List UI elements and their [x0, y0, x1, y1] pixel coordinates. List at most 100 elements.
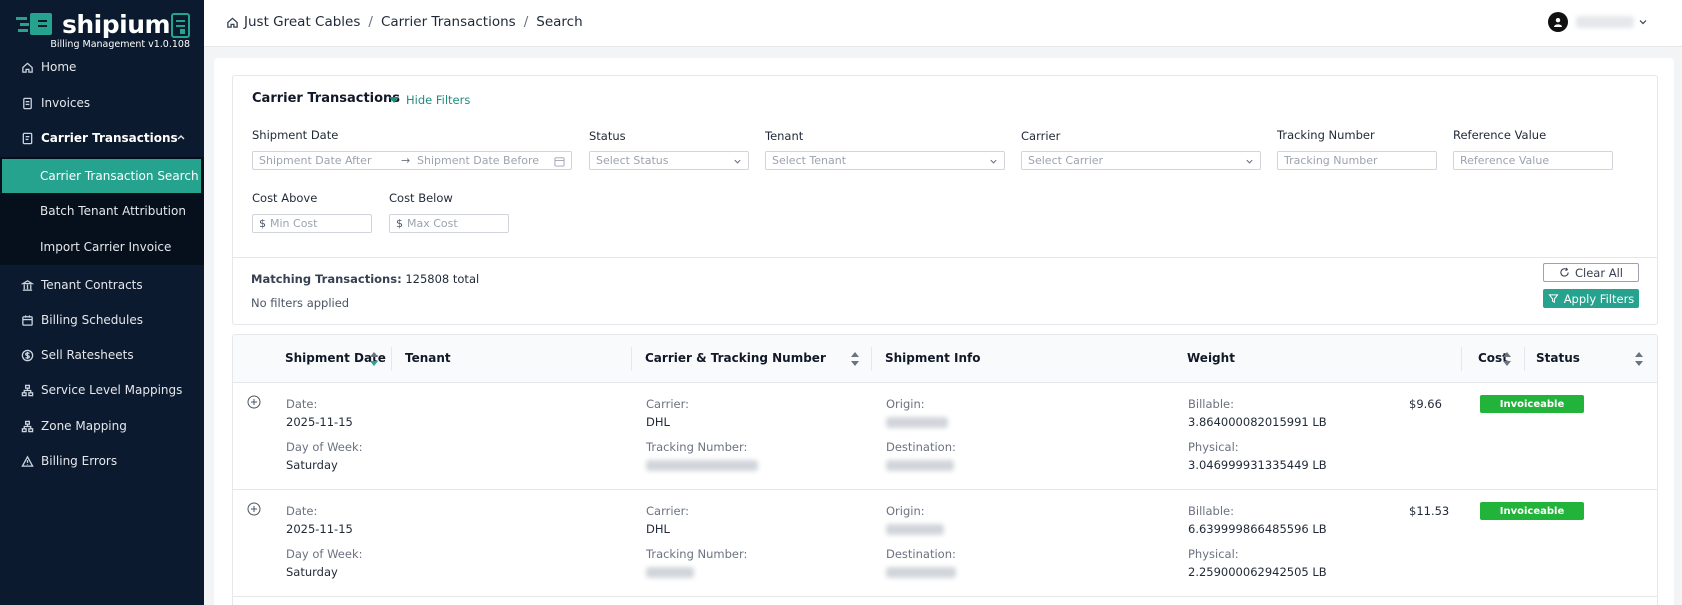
- column-header-carrier-tracking[interactable]: Carrier & Tracking Number: [645, 351, 826, 365]
- sidebar-item-zone-mapping[interactable]: Zone Mapping: [0, 409, 204, 443]
- sidebar-item-carrier-transactions[interactable]: Carrier Transactions: [0, 121, 204, 155]
- chevron-down-icon: [1639, 20, 1647, 25]
- calendar-icon: [20, 313, 34, 327]
- column-separator: [631, 347, 632, 371]
- origin-label: Origin:: [886, 504, 925, 518]
- apply-filters-button[interactable]: Apply Filters: [1543, 289, 1639, 308]
- sidebar-item-import-carrier-invoice[interactable]: Import Carrier Invoice: [0, 230, 204, 264]
- breadcrumb-carrier-transactions[interactable]: Carrier Transactions: [381, 14, 516, 30]
- sort-status-icon[interactable]: [1635, 352, 1643, 368]
- expand-row-icon[interactable]: [247, 395, 261, 409]
- table-header: Shipment Date Tenant Carrier & Tracking …: [233, 335, 1657, 383]
- tracking-number-input[interactable]: Tracking Number: [1277, 151, 1437, 170]
- column-header-tenant: Tenant: [405, 351, 451, 365]
- sort-carrier-icon[interactable]: [851, 352, 859, 368]
- origin-redacted: [886, 524, 944, 535]
- breadcrumb: Just Great Cables / Carrier Transactions…: [226, 14, 583, 30]
- refresh-icon: [1560, 267, 1569, 277]
- calendar-icon: [554, 157, 565, 167]
- sidebar-item-invoices[interactable]: Invoices: [0, 86, 204, 120]
- carrier-select-placeholder: Select Carrier: [1028, 154, 1104, 167]
- cost-value: $9.66: [1409, 397, 1442, 411]
- brand-logo[interactable]: shipium Billing Management v1.0.108: [16, 8, 196, 52]
- reference-value-input[interactable]: Reference Value: [1453, 151, 1613, 170]
- sidebar-item-service-level-mappings[interactable]: Service Level Mappings: [0, 373, 204, 407]
- sidebar-item-carrier-transaction-search[interactable]: Carrier Transaction Search: [2, 159, 201, 193]
- column-header-status[interactable]: Status: [1536, 351, 1580, 365]
- caret-down-icon: [389, 97, 399, 103]
- matching-transactions-label: Matching Transactions:: [251, 272, 402, 286]
- sort-shipment-date-icon[interactable]: [370, 352, 378, 368]
- sidebar-item-label: Tenant Contracts: [41, 278, 143, 292]
- sort-cost-icon[interactable]: [1503, 352, 1511, 368]
- table-row: Date: 2025-11-15 Day of Week: Saturday C…: [233, 383, 1657, 490]
- physical-weight-value: 2.259000062942505 LB: [1188, 565, 1327, 579]
- tenant-label: Tenant: [765, 129, 804, 143]
- bank-icon: [20, 278, 34, 292]
- sidebar-item-sell-ratesheets[interactable]: Sell Ratesheets: [0, 338, 204, 372]
- status-label: Status: [589, 129, 626, 143]
- shipment-date-after-input[interactable]: Shipment Date After: [259, 154, 371, 167]
- expand-row-icon[interactable]: [247, 502, 261, 516]
- tracking-number-label: Tracking Number: [1277, 128, 1375, 142]
- tracking-number-label: Tracking Number:: [646, 547, 748, 561]
- max-cost-input[interactable]: $ Max Cost: [389, 214, 509, 233]
- chevron-down-icon: [734, 159, 741, 164]
- clear-all-button[interactable]: Clear All: [1543, 263, 1639, 282]
- carrier-label: Carrier:: [646, 504, 690, 518]
- page-title: Carrier Transactions: [252, 91, 401, 106]
- destination-label: Destination:: [886, 547, 956, 561]
- column-header-weight: Weight: [1187, 351, 1235, 365]
- tracking-number-redacted: [646, 460, 758, 471]
- shipment-date-before-input[interactable]: Shipment Date Before: [417, 154, 539, 167]
- main-content: Carrier Transactions Hide Filters Shipme…: [214, 58, 1674, 605]
- sidebar-item-batch-tenant-attribution[interactable]: Batch Tenant Attribution: [0, 194, 204, 228]
- sidebar: shipium Billing Management v1.0.108 Home…: [0, 0, 204, 605]
- top-bar: Just Great Cables / Carrier Transactions…: [204, 0, 1682, 47]
- sidebar-item-label: Home: [41, 60, 77, 74]
- cost-value: $11.53: [1409, 504, 1450, 518]
- arrow-right-icon: →: [401, 154, 411, 167]
- sidebar-item-label: Import Carrier Invoice: [40, 240, 172, 254]
- origin-label: Origin:: [886, 397, 925, 411]
- sidebar-item-label: Carrier Transaction Search: [40, 169, 199, 183]
- tenant-select[interactable]: Select Tenant: [765, 151, 1005, 170]
- transactions-table: Shipment Date Tenant Carrier & Tracking …: [232, 334, 1658, 605]
- matching-transactions-count: 125808 total: [405, 272, 480, 286]
- tracking-number-redacted: [646, 567, 694, 578]
- dollar-icon: [20, 348, 34, 362]
- billable-weight-label: Billable:: [1188, 397, 1234, 411]
- warning-icon: [20, 454, 34, 468]
- filters-panel: Carrier Transactions Hide Filters Shipme…: [232, 75, 1658, 325]
- sidebar-item-billing-schedules[interactable]: Billing Schedules: [0, 303, 204, 337]
- tenant-select-placeholder: Select Tenant: [772, 154, 847, 167]
- breadcrumb-tenant[interactable]: Just Great Cables: [244, 14, 360, 30]
- sidebar-item-label: Invoices: [41, 96, 91, 110]
- tracking-number-label: Tracking Number:: [646, 440, 748, 454]
- min-cost-placeholder: Min Cost: [270, 217, 318, 230]
- brand-subtitle: Billing Management v1.0.108: [50, 39, 190, 50]
- cost-above-label: Cost Above: [252, 191, 318, 205]
- sidebar-item-label: Zone Mapping: [41, 419, 127, 433]
- day-of-week-label: Day of Week:: [286, 440, 363, 454]
- status-badge: Invoiceable: [1480, 395, 1584, 413]
- sidebar-item-home[interactable]: Home: [0, 50, 204, 84]
- sidebar-item-label: Service Level Mappings: [41, 383, 183, 397]
- hide-filters-toggle[interactable]: Hide Filters: [389, 93, 470, 107]
- chevron-down-icon: [1246, 159, 1253, 164]
- sidebar-item-label: Billing Schedules: [41, 313, 143, 327]
- carrier-select[interactable]: Select Carrier: [1021, 151, 1261, 170]
- shipium-logo-icon: [16, 13, 52, 35]
- sidebar-item-billing-errors[interactable]: Billing Errors: [0, 444, 204, 478]
- min-cost-input[interactable]: $ Min Cost: [252, 214, 372, 233]
- user-menu[interactable]: [1548, 12, 1648, 32]
- invoice-icon: [20, 96, 34, 110]
- sidebar-item-tenant-contracts[interactable]: Tenant Contracts: [0, 268, 204, 302]
- carrier-value: DHL: [646, 415, 670, 429]
- column-separator: [1524, 347, 1525, 371]
- status-select[interactable]: Select Status: [589, 151, 749, 170]
- carrier-label: Carrier:: [646, 397, 690, 411]
- shipment-date-range-picker[interactable]: Shipment Date After → Shipment Date Befo…: [252, 151, 572, 170]
- origin-redacted: [886, 417, 948, 428]
- home-icon[interactable]: [226, 16, 239, 29]
